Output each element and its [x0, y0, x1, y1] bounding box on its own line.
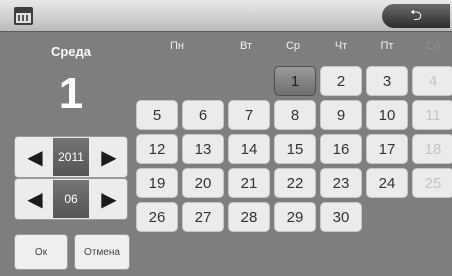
- cancel-button[interactable]: Отмена: [74, 234, 130, 270]
- selected-day-name: Среда: [50, 44, 92, 59]
- day-cell-30[interactable]: 30: [320, 202, 362, 232]
- year-increment-button[interactable]: ▶: [91, 137, 127, 177]
- selected-day-number: 1: [58, 69, 84, 118]
- ok-button[interactable]: Ок: [14, 234, 68, 270]
- day-cell-3[interactable]: 3: [366, 66, 408, 96]
- day-cell-4: 4: [412, 66, 452, 96]
- day-cell-22[interactable]: 22: [274, 168, 316, 198]
- back-button[interactable]: ⮌: [382, 4, 450, 28]
- day-cell-21[interactable]: 21: [228, 168, 270, 198]
- triangle-left-icon: ◀: [27, 188, 43, 211]
- calendar-icon: [14, 7, 33, 25]
- day-cell-10[interactable]: 10: [366, 100, 408, 130]
- month-value: 06: [53, 180, 89, 218]
- day-cell-25: 25: [412, 168, 452, 198]
- weekday-mon: Пн: [170, 40, 184, 52]
- day-cell-12[interactable]: 12: [136, 134, 178, 164]
- title-bar: ⮌: [0, 0, 452, 32]
- weekday-fri: Пт: [380, 40, 394, 52]
- day-cell-6[interactable]: 6: [182, 100, 224, 130]
- day-cell-9[interactable]: 9: [320, 100, 362, 130]
- triangle-left-icon: ◀: [27, 146, 43, 169]
- year-decrement-button[interactable]: ◀: [17, 137, 53, 177]
- day-cell-17[interactable]: 17: [366, 134, 408, 164]
- day-cell-15[interactable]: 15: [274, 134, 316, 164]
- day-cell-20[interactable]: 20: [182, 168, 224, 198]
- triangle-right-icon: ▶: [101, 146, 117, 169]
- day-cell-18: 18: [412, 134, 452, 164]
- day-cell-24[interactable]: 24: [366, 168, 408, 198]
- day-cell-26[interactable]: 26: [136, 202, 178, 232]
- month-increment-button[interactable]: ▶: [91, 179, 127, 219]
- day-cell-14[interactable]: 14: [228, 134, 270, 164]
- triangle-right-icon: ▶: [101, 188, 117, 211]
- day-cell-27[interactable]: 27: [182, 202, 224, 232]
- day-cell-8[interactable]: 8: [274, 100, 316, 130]
- day-cell-11: 11: [412, 100, 452, 130]
- day-cell-23[interactable]: 23: [320, 168, 362, 198]
- weekday-sat: Сб: [425, 40, 441, 52]
- day-cell-29[interactable]: 29: [274, 202, 316, 232]
- day-cell-5[interactable]: 5: [136, 100, 178, 130]
- day-cell-7[interactable]: 7: [228, 100, 270, 130]
- day-cell-19[interactable]: 19: [136, 168, 178, 198]
- day-cell-16[interactable]: 16: [320, 134, 362, 164]
- weekday-thu: Чт: [334, 40, 348, 52]
- day-cell-13[interactable]: 13: [182, 134, 224, 164]
- month-decrement-button[interactable]: ◀: [17, 179, 53, 219]
- year-spinner: ◀ 2011 ▶: [14, 136, 128, 178]
- month-spinner: ◀ 06 ▶: [14, 178, 128, 220]
- return-arrow-icon: ⮌: [409, 7, 422, 24]
- year-value: 2011: [53, 138, 89, 176]
- weekday-wed: Ср: [285, 40, 301, 52]
- day-cell-28[interactable]: 28: [228, 202, 270, 232]
- day-cell-2[interactable]: 2: [320, 66, 362, 96]
- weekday-tue: Вт: [239, 40, 252, 52]
- day-cell-1[interactable]: 1: [274, 66, 316, 96]
